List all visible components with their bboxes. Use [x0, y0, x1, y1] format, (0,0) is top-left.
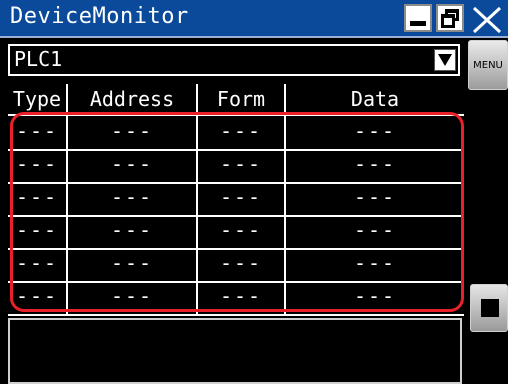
close-icon: [472, 6, 502, 34]
stop-button[interactable]: [470, 284, 508, 332]
column-header-type[interactable]: Type: [8, 84, 68, 114]
minimize-icon: [410, 21, 426, 26]
cell-form: ---: [198, 182, 286, 215]
title-bar[interactable]: DeviceMonitor: [0, 0, 508, 38]
cell-type: ---: [8, 116, 68, 149]
cell-form: ---: [198, 116, 286, 149]
message-area: [8, 318, 462, 384]
cell-type: ---: [8, 248, 68, 281]
table-row[interactable]: --- --- --- ---: [8, 182, 464, 217]
cell-address: ---: [68, 215, 198, 248]
cell-type: ---: [8, 215, 68, 248]
cell-type: ---: [8, 182, 68, 215]
device-monitor-window: DeviceMonitor PLC1 MENU Type Address For: [0, 0, 508, 384]
cell-form: ---: [198, 149, 286, 182]
column-header-form[interactable]: Form: [198, 84, 286, 114]
device-table: Type Address Form Data --- --- --- --- -…: [8, 80, 464, 316]
menu-button[interactable]: MENU: [468, 40, 508, 90]
close-button[interactable]: [468, 4, 508, 34]
cell-address: ---: [68, 182, 198, 215]
cell-data: ---: [353, 251, 397, 275]
column-header-address[interactable]: Address: [68, 84, 198, 114]
minimize-button[interactable]: [404, 4, 432, 32]
cell-type: ---: [8, 149, 68, 182]
table-row[interactable]: --- --- --- ---: [8, 116, 464, 151]
restore-icon-front: [441, 14, 455, 28]
cell-data: ---: [353, 152, 397, 176]
cell-data: ---: [353, 185, 397, 209]
cell-data: ---: [353, 284, 397, 308]
table-row[interactable]: --- --- --- ---: [8, 149, 464, 184]
table-row[interactable]: --- --- --- ---: [8, 248, 464, 283]
cell-form: ---: [198, 248, 286, 281]
cell-address: ---: [68, 116, 198, 149]
cell-form: ---: [198, 281, 286, 314]
stop-icon: [481, 299, 499, 317]
restore-button[interactable]: [436, 4, 464, 32]
column-header-data[interactable]: Data: [286, 84, 464, 114]
cell-form: ---: [198, 215, 286, 248]
cell-data: ---: [353, 218, 397, 242]
cell-address: ---: [68, 149, 198, 182]
cell-type: ---: [8, 281, 68, 314]
cell-address: ---: [68, 281, 198, 314]
plc-selector-value: PLC1: [14, 47, 63, 71]
plc-selector[interactable]: PLC1: [8, 44, 460, 76]
window-title: DeviceMonitor: [10, 4, 189, 29]
cell-address: ---: [68, 248, 198, 281]
triangle-down-icon: [438, 54, 452, 66]
dropdown-button[interactable]: [434, 49, 456, 71]
table-row[interactable]: --- --- --- ---: [8, 281, 464, 316]
cell-data: ---: [353, 119, 397, 143]
table-row[interactable]: --- --- --- ---: [8, 215, 464, 250]
table-header: Type Address Form Data: [8, 84, 464, 116]
